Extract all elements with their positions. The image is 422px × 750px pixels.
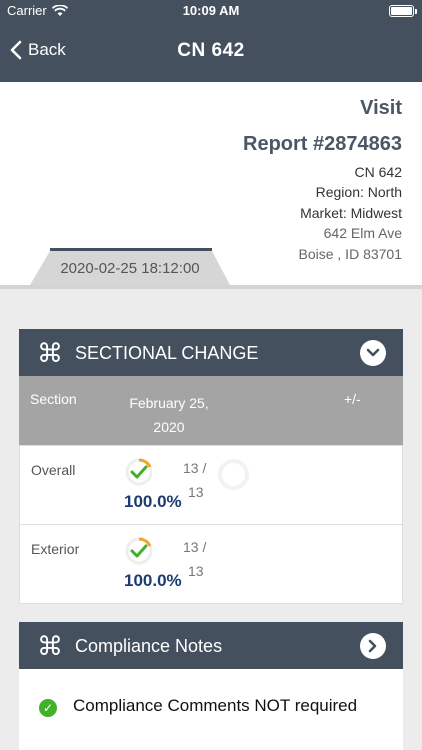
status-bar: Carrier 10:09 AM bbox=[0, 0, 422, 22]
address-line-1: 642 Elm Ave bbox=[323, 225, 402, 241]
region-text: Region: North bbox=[315, 184, 402, 200]
table-header: Section February 25, 2020 +/- bbox=[19, 376, 403, 445]
progress-ring-icon bbox=[125, 537, 153, 565]
column-section: Section bbox=[30, 391, 77, 407]
compliance-note-item: Compliance Comments NOT required bbox=[73, 696, 358, 715]
progress-ring-icon bbox=[125, 458, 153, 486]
report-number: Report #2874863 bbox=[243, 133, 402, 155]
visit-datetime: 2020-02-25 18:12:00 bbox=[60, 260, 200, 277]
compliance-notes-body: ✓ Compliance Comments NOT required bbox=[19, 669, 403, 750]
sectional-change-header[interactable]: ⌘ SECTIONAL CHANGE bbox=[19, 329, 403, 377]
expand-button[interactable] bbox=[360, 633, 386, 659]
collapse-button[interactable] bbox=[360, 340, 386, 366]
address-line-2: Boise , ID 83701 bbox=[298, 246, 402, 262]
empty-ring-icon bbox=[218, 459, 249, 490]
row-count-top: 13 / bbox=[183, 460, 207, 476]
chevron-right-icon bbox=[368, 639, 377, 653]
store-name: CN 642 bbox=[354, 164, 402, 180]
row-percent: 100.0% bbox=[124, 571, 182, 590]
command-icon: ⌘ bbox=[37, 337, 63, 368]
row-count-top: 13 / bbox=[183, 539, 207, 555]
row-count-bottom: 13 bbox=[188, 563, 204, 579]
battery-icon bbox=[389, 5, 417, 17]
header-divider bbox=[0, 285, 422, 289]
market-text: Market: Midwest bbox=[300, 205, 402, 221]
chevron-down-icon bbox=[366, 348, 380, 357]
row-label: Exterior bbox=[31, 541, 80, 557]
column-diff: +/- bbox=[344, 391, 361, 407]
table-row[interactable]: Overall 100.0% 13 / 13 bbox=[19, 445, 403, 525]
row-label: Overall bbox=[31, 462, 76, 478]
row-count-bottom: 13 bbox=[188, 484, 204, 500]
table-row[interactable]: Exterior 100.0% 13 / 13 bbox=[19, 524, 403, 604]
visit-heading: Visit bbox=[360, 97, 402, 119]
sectional-change-title: SECTIONAL CHANGE bbox=[75, 342, 259, 363]
compliance-notes-header[interactable]: ⌘ Compliance Notes bbox=[19, 622, 403, 670]
top-bar: Carrier 10:09 AM Back CN 642 bbox=[0, 0, 422, 82]
command-icon: ⌘ bbox=[37, 630, 63, 661]
date-tab: 2020-02-25 18:12:00 bbox=[30, 248, 230, 285]
row-percent: 100.0% bbox=[124, 492, 182, 511]
status-time: 10:09 AM bbox=[182, 3, 240, 18]
compliance-notes-title: Compliance Notes bbox=[75, 635, 223, 656]
page-title: CN 642 bbox=[177, 40, 245, 61]
column-date: February 25, 2020 bbox=[129, 395, 209, 435]
